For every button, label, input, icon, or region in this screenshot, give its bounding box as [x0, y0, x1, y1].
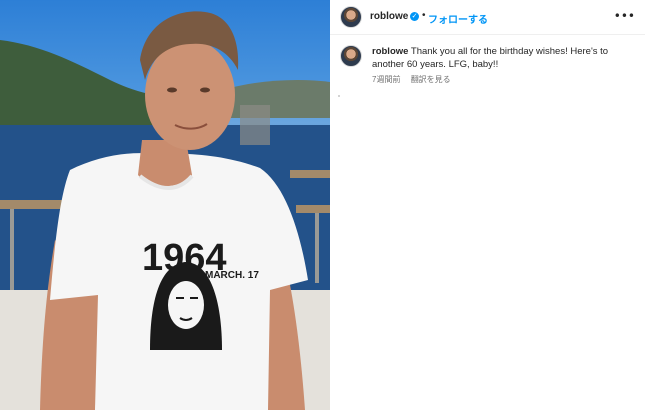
shirt-date: MARCH. 17 — [205, 270, 259, 281]
time-ago[interactable]: 7週間前 — [372, 75, 400, 84]
post-meta: 7週間前 翻訳を見る — [372, 74, 451, 85]
distant-boat — [240, 105, 270, 145]
post-header: roblowe ✓ • フォローする ••• — [330, 0, 645, 35]
username-link[interactable]: roblowe — [370, 11, 408, 22]
follow-button[interactable]: フォローする — [428, 11, 488, 26]
face — [145, 40, 235, 150]
divider-dot — [338, 95, 340, 97]
header-separator: • — [422, 10, 426, 21]
post-image[interactable]: 1964 MARCH. 17 — [0, 0, 330, 410]
eye-left — [167, 87, 177, 93]
post-photo-illustration: 1964 MARCH. 17 — [0, 11, 330, 410]
post-sidebar: roblowe ✓ • フォローする ••• roblowe Thank you… — [330, 0, 645, 410]
railing-left — [0, 200, 70, 209]
see-translation-link[interactable]: 翻訳を見る — [411, 75, 451, 84]
shirt-portrait-face — [168, 281, 204, 329]
caption-text: Thank you all for the birthday wishes! H… — [372, 46, 609, 70]
railing-post — [10, 209, 14, 294]
post-caption: roblowe Thank you all for the birthday w… — [372, 45, 634, 71]
eye-right — [200, 87, 210, 93]
verified-badge-icon: ✓ — [410, 11, 419, 21]
railing-right — [296, 205, 330, 213]
caption-username-link[interactable]: roblowe — [372, 46, 408, 57]
railing-right-top — [290, 170, 330, 178]
avatar[interactable] — [340, 6, 362, 28]
railing-post-right — [315, 213, 319, 283]
more-options-icon[interactable]: ••• — [614, 9, 635, 23]
caption-avatar[interactable] — [340, 45, 362, 67]
